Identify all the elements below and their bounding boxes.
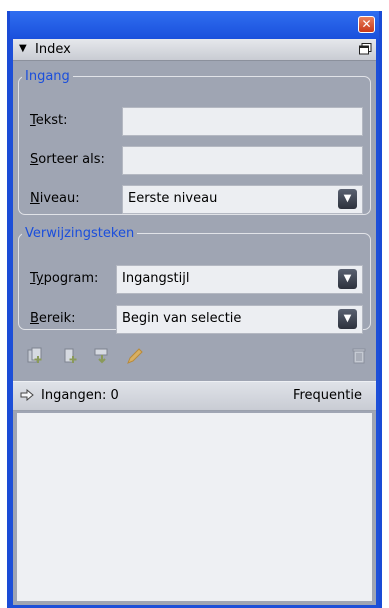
triangle-down-icon[interactable]: ▼ [19,43,27,54]
tekst-input[interactable] [122,107,363,136]
typogram-label: Typogram: [30,271,99,286]
chevron-down-icon[interactable]: ▼ [338,269,357,289]
chevron-down-icon[interactable]: ▼ [338,189,357,209]
bereik-label: Bereik: [30,311,76,326]
trash-icon[interactable] [350,347,368,365]
entries-list-header: Ingangen: 0 Frequentie [13,381,376,411]
niveau-value: Eerste niveau [128,191,218,206]
tekst-label: Tekst: [30,113,68,128]
panel-title: Index [35,42,71,57]
index-toolbar [13,339,376,379]
add-reference-icon[interactable] [61,347,79,365]
panel-header[interactable]: ▼ Index [13,39,376,61]
entries-count: Ingangen: 0 [41,388,119,403]
frequency-column-header[interactable]: Frequentie [293,388,362,403]
index-window: ✕ ▼ Index Ingang Tekst: Sorteer als: Niv… [7,11,382,608]
arrow-right-icon[interactable] [20,389,34,401]
title-bar[interactable]: ✕ [10,11,379,39]
index-panel: ▼ Index Ingang Tekst: Sorteer als: Nivea… [13,39,376,605]
typogram-value: Ingangstijl [122,271,190,286]
ingang-legend: Ingang [25,69,70,84]
chevron-down-icon[interactable]: ▼ [338,309,357,329]
add-entry-icon[interactable] [26,347,44,365]
bereik-value: Begin van selectie [122,311,242,326]
entries-list[interactable] [17,413,372,601]
panel-menu-icon[interactable] [359,43,372,55]
niveau-select[interactable]: Eerste niveau ▼ [122,185,363,214]
niveau-label: Niveau: [30,191,80,206]
verwijzingsteken-legend: Verwijzingsteken [25,226,135,241]
edit-pencil-icon[interactable] [125,347,143,365]
sorteer-als-label: Sorteer als: [30,152,105,167]
typogram-select[interactable]: Ingangstijl ▼ [116,265,363,294]
bereik-select[interactable]: Begin van selectie ▼ [116,305,363,334]
sorteer-als-input[interactable] [122,146,363,175]
close-button[interactable]: ✕ [358,16,375,33]
replace-icon[interactable] [93,347,111,365]
